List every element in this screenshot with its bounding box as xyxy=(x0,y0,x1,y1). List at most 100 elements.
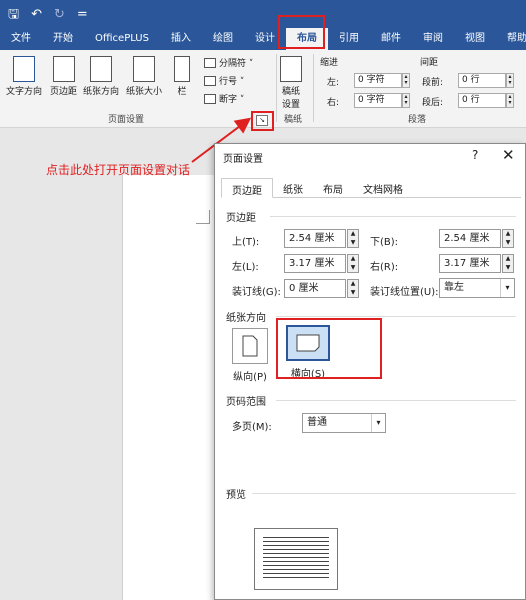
tab-mailings[interactable]: 邮件 xyxy=(370,28,412,50)
help-icon[interactable]: ? xyxy=(472,148,478,162)
chevron-down-icon: ▾ xyxy=(371,414,385,432)
top-margin-spinner[interactable]: ▲ ▼ xyxy=(347,229,359,248)
breaks-button[interactable]: 分隔符 ˅ xyxy=(204,56,253,69)
tab-document-grid[interactable]: 文档网格 xyxy=(353,178,413,198)
save-icon[interactable]: 🖫 xyxy=(8,8,19,21)
indent-right-label: 右: xyxy=(327,98,340,108)
bottom-margin-input[interactable]: 2.54 厘米 xyxy=(439,229,501,248)
tab-home[interactable]: 开始 xyxy=(42,28,84,50)
margin-corner-mark xyxy=(196,210,210,224)
gutter-position-value: 靠左 xyxy=(444,282,464,293)
gutter-input[interactable]: 0 厘米 xyxy=(284,279,346,298)
annotation-text: 点击此处打开页面设置对话 xyxy=(46,163,191,177)
group-separator xyxy=(313,54,314,122)
tab-layout[interactable]: 布局 xyxy=(285,28,328,50)
right-margin-input[interactable]: 3.17 厘米 xyxy=(439,254,501,273)
gutter-label: 装订线(G): xyxy=(232,287,281,298)
portrait-label: 纵向(P) xyxy=(233,372,267,383)
undo-icon[interactable]: ↶ xyxy=(31,8,42,21)
left-margin-label: 左(L): xyxy=(232,262,259,273)
pages-section-label: 页码范围 xyxy=(226,397,266,408)
draft-paper-icon xyxy=(280,56,302,82)
spacing-before-input[interactable]: 0 行 xyxy=(458,73,506,88)
portrait-option[interactable]: 纵向(P) xyxy=(232,328,268,383)
tab-review[interactable]: 审阅 xyxy=(412,28,454,50)
draft-paper-label-2: 设置 xyxy=(281,100,300,110)
text-direction-button[interactable]: 文字方向 xyxy=(6,56,42,97)
section-divider xyxy=(252,493,516,494)
tab-margins[interactable]: 页边距 xyxy=(221,178,273,198)
line-numbers-icon xyxy=(204,75,216,86)
indent-left-label: 左: xyxy=(327,78,340,88)
draft-paper-button[interactable]: 稿纸 设置 xyxy=(280,56,302,110)
draft-paper-label-1: 稿纸 xyxy=(281,87,300,97)
size-button[interactable]: 纸张大小 xyxy=(126,56,162,97)
line-numbers-button[interactable]: 行号 ˅ xyxy=(204,74,244,87)
margins-icon xyxy=(52,56,75,82)
tab-help[interactable]: 帮助 xyxy=(496,28,526,50)
gutter-position-select[interactable]: 靠左 ▾ xyxy=(439,278,515,298)
tab-design[interactable]: 设计 xyxy=(244,28,286,50)
dialog-title: 页面设置 xyxy=(223,154,263,165)
orientation-button[interactable]: 纸张方向 xyxy=(83,56,119,97)
tab-view[interactable]: 视图 xyxy=(454,28,496,50)
section-divider xyxy=(270,216,516,217)
spacing-after-input[interactable]: 0 行 xyxy=(458,93,506,108)
tab-references[interactable]: 引用 xyxy=(328,28,370,50)
columns-button[interactable]: 栏 xyxy=(174,56,190,97)
left-margin-spinner[interactable]: ▲ ▼ xyxy=(347,254,359,273)
orientation-section-label: 纸张方向 xyxy=(226,313,266,324)
ribbon-tabs: 文件 开始 OfficePLUS 插入 绘图 设计 布局 引用 邮件 审阅 视图… xyxy=(0,28,526,50)
spacing-after-label: 段后: xyxy=(422,98,444,108)
tab-file[interactable]: 文件 xyxy=(0,28,42,50)
left-margin-input[interactable]: 3.17 厘米 xyxy=(284,254,346,273)
gutter-spinner[interactable]: ▲ ▼ xyxy=(347,279,359,298)
top-margin-label: 上(T): xyxy=(232,237,260,248)
chevron-down-icon: ▾ xyxy=(500,279,514,297)
columns-label: 栏 xyxy=(177,87,187,97)
right-margin-spinner[interactable]: ▲ ▼ xyxy=(502,254,514,273)
spacing-before-label: 段前: xyxy=(422,78,444,88)
columns-icon xyxy=(174,56,190,82)
spacing-after-spinner[interactable]: ▴ ▾ xyxy=(506,93,514,108)
close-icon[interactable]: ✕ xyxy=(502,146,515,164)
bottom-margin-spinner[interactable]: ▲ ▼ xyxy=(502,229,514,248)
indent-right-spinner[interactable]: ▴ ▾ xyxy=(402,93,410,108)
indent-right-input[interactable]: 0 字符 xyxy=(354,93,402,108)
redo-icon[interactable]: ↻ xyxy=(54,8,65,21)
preview-section-label: 预览 xyxy=(226,490,246,501)
section-divider xyxy=(276,316,516,317)
section-divider xyxy=(276,400,516,401)
title-bar: 🖫 ↶ ↻ = xyxy=(0,0,526,28)
margins-label: 页边距 xyxy=(50,87,78,97)
indent-left-spinner[interactable]: ▴ ▾ xyxy=(402,73,410,88)
multiple-pages-value: 普通 xyxy=(307,417,327,428)
tab-layout-dialog[interactable]: 布局 xyxy=(313,178,353,198)
line-numbers-label: 行号 ˅ xyxy=(219,77,245,87)
customize-quick-access-icon[interactable]: = xyxy=(77,8,88,21)
group-separator xyxy=(276,54,277,122)
tab-paper[interactable]: 纸张 xyxy=(273,178,313,198)
multiple-pages-label: 多页(M): xyxy=(232,422,272,433)
size-label: 纸张大小 xyxy=(126,87,163,97)
text-direction-label: 文字方向 xyxy=(6,87,43,97)
group-page-setup-label: 页面设置 xyxy=(108,115,145,125)
breaks-label: 分隔符 ˅ xyxy=(219,59,254,69)
hyphenation-label: 断字 ˅ xyxy=(219,95,245,105)
breaks-icon xyxy=(204,57,216,68)
right-margin-label: 右(R): xyxy=(370,262,399,273)
indent-left-input[interactable]: 0 字符 xyxy=(354,73,402,88)
landscape-highlight xyxy=(276,318,382,379)
hyphenation-button[interactable]: 断字 ˅ xyxy=(204,92,244,105)
tab-insert[interactable]: 插入 xyxy=(160,28,202,50)
preview-page xyxy=(254,528,338,590)
top-margin-input[interactable]: 2.54 厘米 xyxy=(284,229,346,248)
multiple-pages-select[interactable]: 普通 ▾ xyxy=(302,413,386,433)
orientation-label: 纸张方向 xyxy=(83,87,120,97)
tab-draw[interactable]: 绘图 xyxy=(202,28,244,50)
spacing-before-spinner[interactable]: ▴ ▾ xyxy=(506,73,514,88)
bottom-margin-label: 下(B): xyxy=(370,237,399,248)
spacing-heading: 间距 xyxy=(420,58,439,68)
tab-officeplus[interactable]: OfficePLUS xyxy=(84,28,160,50)
margins-button[interactable]: 页边距 xyxy=(50,56,77,97)
